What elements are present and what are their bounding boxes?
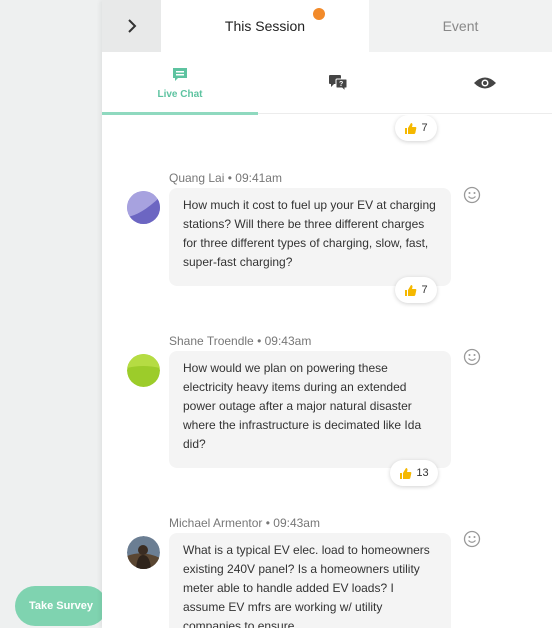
reaction-count: 7 xyxy=(421,122,428,134)
message-author-line: Shane Troendle • 09:43am xyxy=(169,334,311,348)
message-bubble: What is a typical EV elec. load to homeo… xyxy=(169,533,451,628)
session-tabs-bar: This Session Event xyxy=(102,0,552,52)
eye-icon xyxy=(474,77,496,89)
message-author-line: Michael Armentor • 09:43am xyxy=(169,516,320,530)
message-time: 09:41am xyxy=(235,171,282,185)
thumbs-up-icon xyxy=(405,284,417,296)
chat-subtabs: Live Chat ? xyxy=(102,52,552,115)
message-author-line: Quang Lai • 09:41am xyxy=(169,171,282,185)
avatar-michael-armentor xyxy=(127,536,160,569)
tab-event[interactable]: Event xyxy=(369,0,552,52)
add-reaction-icon[interactable] xyxy=(463,186,481,204)
message-time: 09:43am xyxy=(264,334,312,348)
message-text: How would we plan on powering these elec… xyxy=(183,361,422,451)
add-reaction-icon[interactable] xyxy=(463,348,481,366)
message-time: 09:43am xyxy=(273,516,320,530)
subtab-questions[interactable]: ? xyxy=(258,52,418,114)
reaction-button[interactable]: 13 xyxy=(390,460,438,486)
tab-this-session[interactable]: This Session xyxy=(161,0,369,52)
avatar-quang-lai xyxy=(127,191,160,224)
chevron-right-icon xyxy=(127,19,136,33)
message-text: How much it cost to fuel up your EV at c… xyxy=(183,198,436,269)
message-bubble: How much it cost to fuel up your EV at c… xyxy=(169,188,451,286)
reaction-button[interactable]: 7 xyxy=(395,277,437,303)
subtab-live-chat[interactable]: Live Chat xyxy=(102,52,258,115)
take-survey-label: Take Survey xyxy=(29,600,94,612)
avatar[interactable] xyxy=(127,354,160,387)
chat-panel: This Session Event Live Chat ? 7 Quang L… xyxy=(102,0,552,628)
notification-dot xyxy=(313,8,325,20)
author-name: Shane Troendle xyxy=(169,334,254,348)
separator-dot: • xyxy=(227,171,232,185)
tab-event-label: Event xyxy=(442,18,479,34)
separator-dot: • xyxy=(257,334,262,348)
avatar[interactable] xyxy=(127,191,160,224)
author-name: Michael Armentor xyxy=(169,516,263,530)
live-chat-label: Live Chat xyxy=(157,88,203,100)
questions-icon: ? xyxy=(329,75,348,92)
separator-dot: • xyxy=(265,516,270,530)
subtab-viewers[interactable] xyxy=(418,52,552,114)
svg-text:?: ? xyxy=(339,81,343,88)
avatar-shane-troendle xyxy=(127,354,160,387)
chat-icon xyxy=(173,67,187,81)
add-reaction-icon[interactable] xyxy=(463,530,481,548)
reaction-count: 13 xyxy=(416,467,429,479)
thumbs-up-icon xyxy=(405,122,417,134)
chat-feed[interactable]: 7 Quang Lai • 09:41am How much it cost t… xyxy=(102,115,552,628)
collapse-panel-button[interactable] xyxy=(102,0,161,52)
tab-this-session-label: This Session xyxy=(224,18,306,34)
take-survey-button[interactable]: Take Survey xyxy=(15,586,107,626)
author-name: Quang Lai xyxy=(169,171,225,185)
message-text: What is a typical EV elec. load to homeo… xyxy=(183,543,430,628)
message-bubble: How would we plan on powering these elec… xyxy=(169,351,451,468)
reaction-count: 7 xyxy=(421,284,428,296)
thumbs-up-icon xyxy=(400,467,412,479)
avatar[interactable] xyxy=(127,536,160,569)
reaction-button[interactable]: 7 xyxy=(395,115,437,141)
